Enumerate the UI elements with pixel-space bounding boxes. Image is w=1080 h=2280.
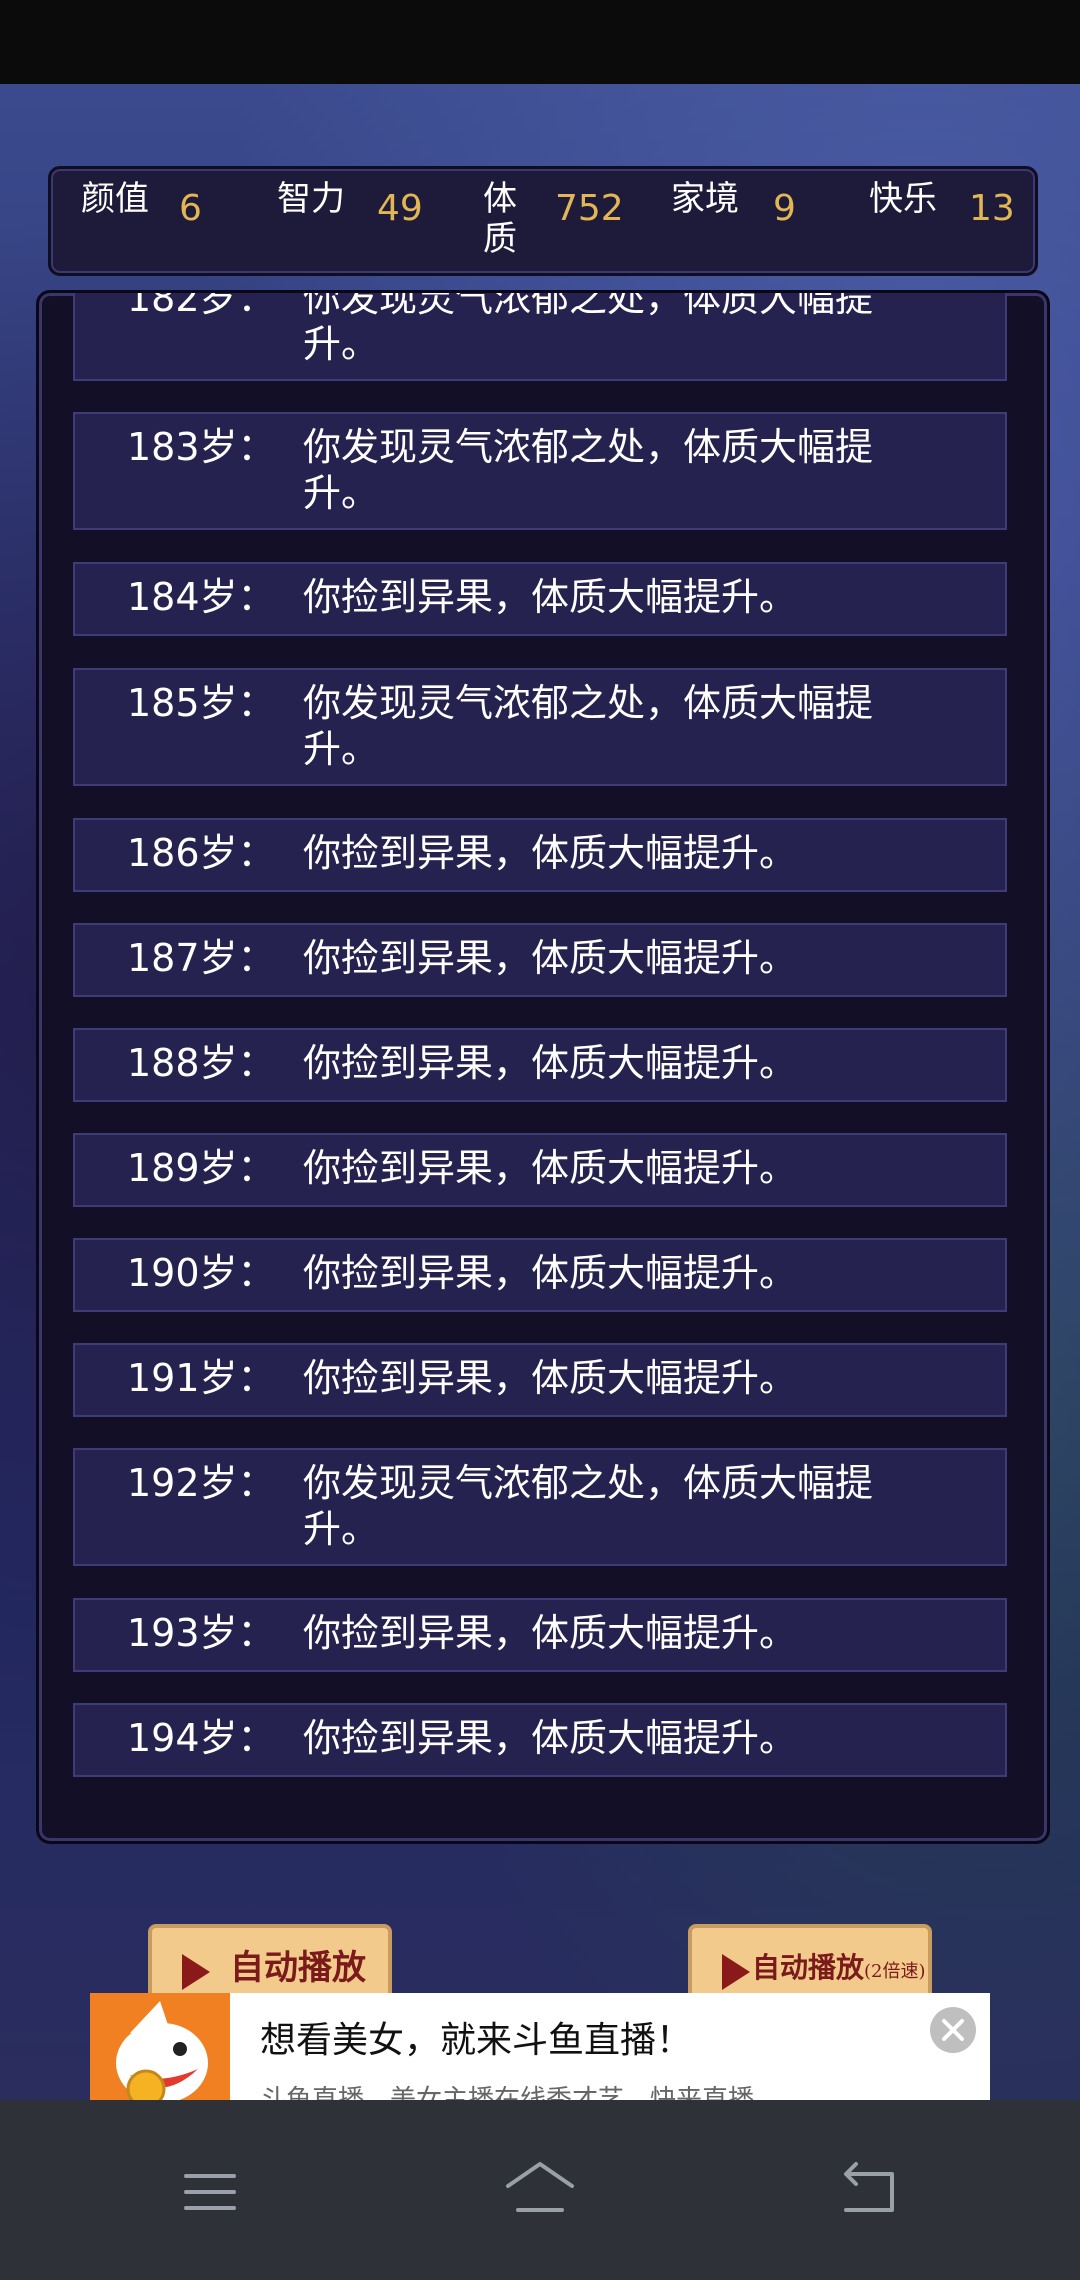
stat-label: 颜值 <box>81 179 149 219</box>
log-item: 185岁： 你发现灵气浓郁之处，体质大幅提升。 <box>73 668 1007 786</box>
log-text: 你发现灵气浓郁之处，体质大幅提升。 <box>303 681 874 771</box>
play-icon <box>722 1954 750 1990</box>
stat-label: 体 质 <box>483 179 517 259</box>
log-age: 189岁： <box>127 1146 276 1190</box>
log-age: 184岁： <box>127 575 276 619</box>
log-item: 188岁： 你捡到异果，体质大幅提升。 <box>73 1028 1007 1102</box>
menu-icon[interactable] <box>172 2156 252 2226</box>
auto-play-2x-label: 自动播放(2倍速) <box>752 1948 926 1992</box>
stat-value: 9 <box>773 188 796 229</box>
stats-bar: 颜值 6 智力 49 体 质 752 家境 9 快乐 13 <box>48 166 1038 276</box>
stat-value: 49 <box>377 188 423 229</box>
log-text: 你发现灵气浓郁之处，体质大幅提升。 <box>303 1461 874 1551</box>
stat-value: 752 <box>555 188 624 229</box>
log-item: 191岁： 你捡到异果，体质大幅提升。 <box>73 1343 1007 1417</box>
log-item: 182岁： 你发现灵气浓郁之处，体质大幅提升。 <box>73 290 1007 381</box>
log-text: 你捡到异果，体质大幅提升。 <box>303 575 798 619</box>
stat-value: 13 <box>969 188 1015 229</box>
log-age: 185岁： <box>127 681 276 725</box>
log-item: 194岁： 你捡到异果，体质大幅提升。 <box>73 1703 1007 1777</box>
log-age: 190岁： <box>127 1251 276 1295</box>
log-text: 你捡到异果，体质大幅提升。 <box>303 831 798 875</box>
log-age: 188岁： <box>127 1041 276 1085</box>
log-age: 193岁： <box>127 1611 276 1655</box>
log-age: 192岁： <box>127 1461 276 1505</box>
log-item: 186岁： 你捡到异果，体质大幅提升。 <box>73 818 1007 892</box>
log-item: 184岁： 你捡到异果，体质大幅提升。 <box>73 562 1007 636</box>
log-text: 你捡到异果，体质大幅提升。 <box>303 1716 798 1760</box>
navigation-bar <box>0 2100 1080 2280</box>
stat-label: 快乐 <box>869 179 937 219</box>
log-item: 192岁： 你发现灵气浓郁之处，体质大幅提升。 <box>73 1448 1007 1566</box>
life-log-panel[interactable]: 182岁： 你发现灵气浓郁之处，体质大幅提升。 183岁： 你发现灵气浓郁之处，… <box>36 290 1050 1844</box>
log-age: 182岁： <box>127 290 276 320</box>
log-age: 187岁： <box>127 936 276 980</box>
auto-play-label: 自动播放 <box>230 1948 366 1988</box>
log-item: 193岁： 你捡到异果，体质大幅提升。 <box>73 1598 1007 1672</box>
ad-title: 想看美女，就来斗鱼直播！ <box>260 2020 693 2061</box>
log-text: 你捡到异果，体质大幅提升。 <box>303 1146 798 1190</box>
log-text: 你捡到异果，体质大幅提升。 <box>303 1251 798 1295</box>
home-icon[interactable] <box>500 2156 580 2226</box>
log-age: 186岁： <box>127 831 276 875</box>
status-bar <box>0 0 1080 84</box>
log-text: 你发现灵气浓郁之处，体质大幅提升。 <box>303 290 874 366</box>
log-text: 你发现灵气浓郁之处，体质大幅提升。 <box>303 425 874 515</box>
log-item: 187岁： 你捡到异果，体质大幅提升。 <box>73 923 1007 997</box>
log-item: 189岁： 你捡到异果，体质大幅提升。 <box>73 1133 1007 1207</box>
log-age: 194岁： <box>127 1716 276 1760</box>
close-icon[interactable] <box>930 2007 976 2053</box>
play-icon <box>182 1954 210 1990</box>
log-item: 190岁： 你捡到异果，体质大幅提升。 <box>73 1238 1007 1312</box>
stat-label: 家境 <box>671 179 739 219</box>
log-text: 你捡到异果，体质大幅提升。 <box>303 1611 798 1655</box>
back-icon[interactable] <box>828 2156 908 2226</box>
log-text: 你捡到异果，体质大幅提升。 <box>303 936 798 980</box>
auto-play-2x-text: 自动播放 <box>752 1951 865 1984</box>
auto-play-2x-sub: (2倍速) <box>864 1961 926 1982</box>
log-text: 你捡到异果，体质大幅提升。 <box>303 1041 798 1085</box>
log-age: 191岁： <box>127 1356 276 1400</box>
log-item: 183岁： 你发现灵气浓郁之处，体质大幅提升。 <box>73 412 1007 530</box>
log-text: 你捡到异果，体质大幅提升。 <box>303 1356 798 1400</box>
stat-label: 智力 <box>277 179 345 219</box>
log-age: 183岁： <box>127 425 276 469</box>
stat-value: 6 <box>179 188 202 229</box>
